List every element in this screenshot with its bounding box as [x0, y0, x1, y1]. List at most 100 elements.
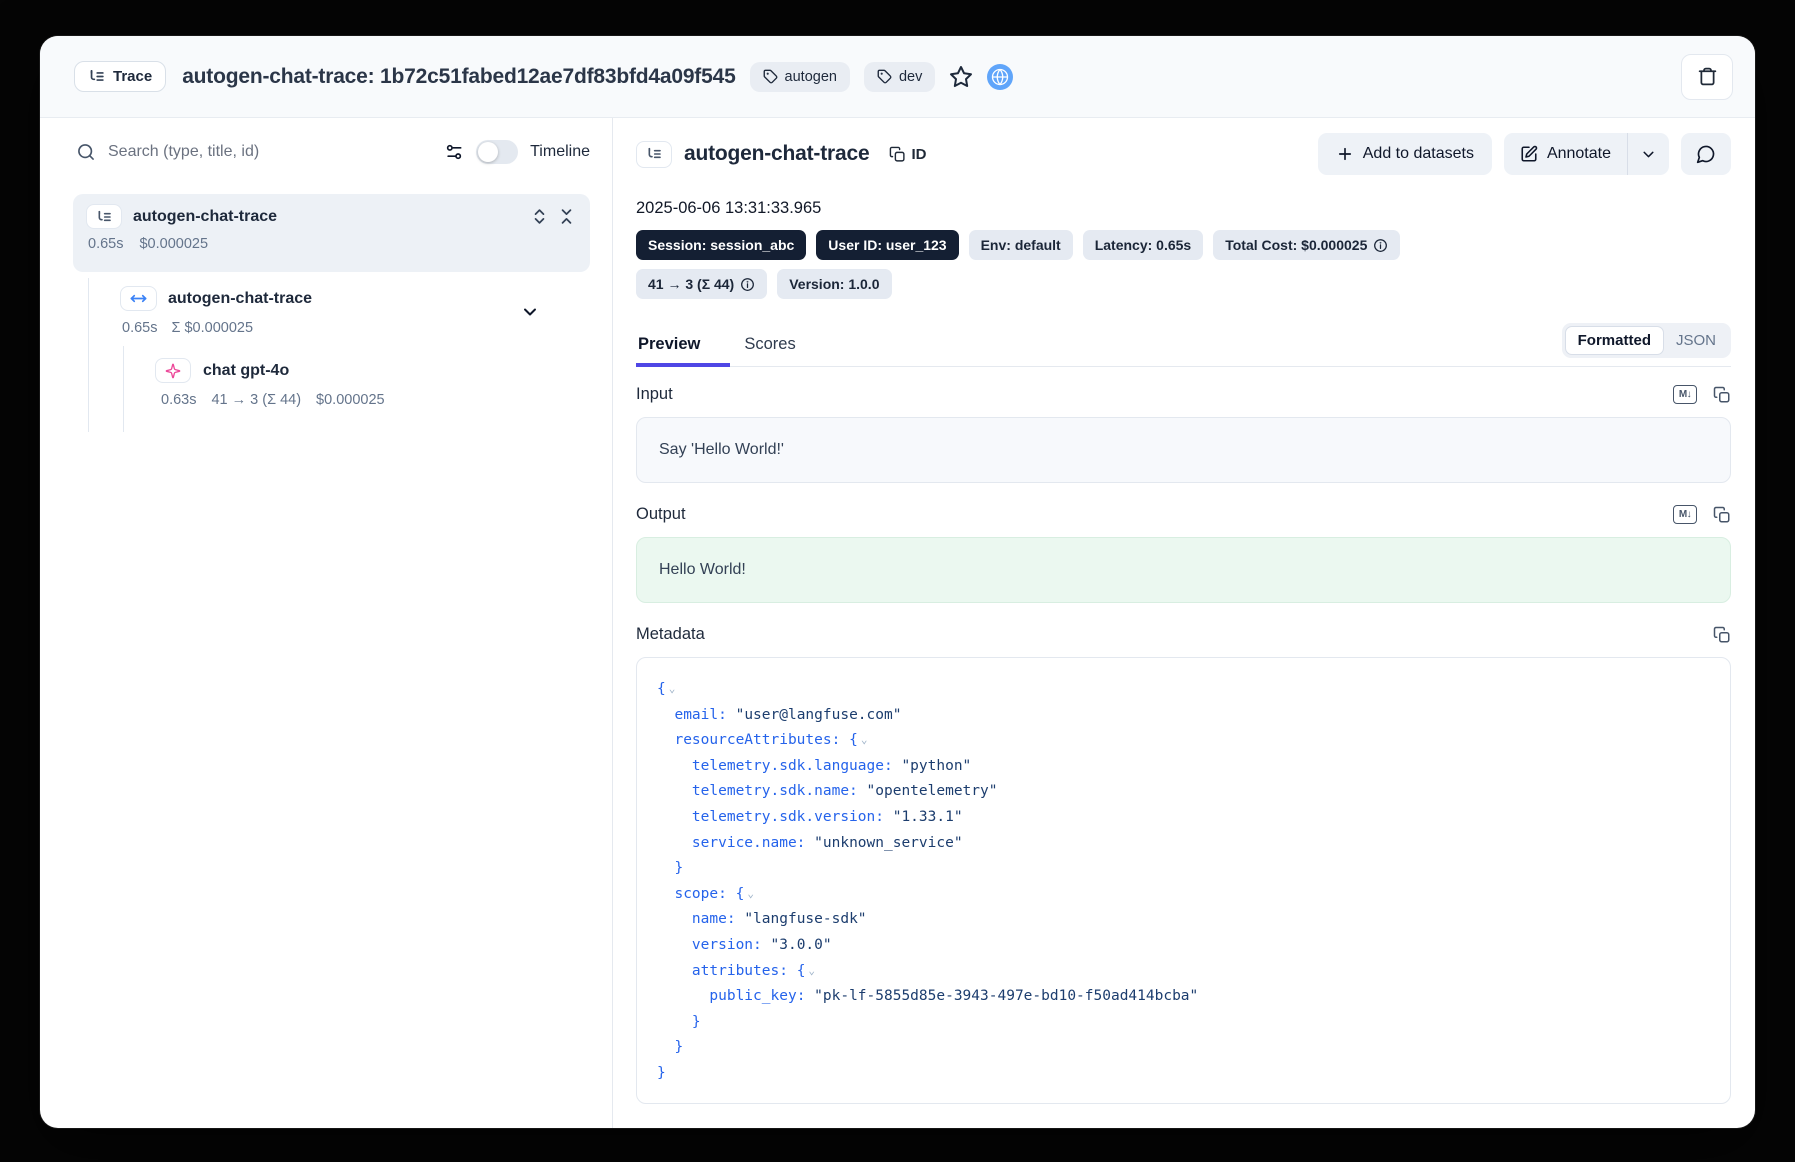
annotate-label: Annotate [1547, 145, 1611, 163]
collapse-chevron-icon[interactable]: ⌄ [805, 958, 815, 984]
trace-title: autogen-chat-trace [684, 142, 869, 166]
node-duration: 0.65s [122, 320, 157, 336]
metadata-json-line: service.name: "unknown_service" [657, 831, 1710, 857]
metadata-json-line: {⌄ [657, 677, 1710, 703]
format-formatted-option[interactable]: Formatted [1565, 326, 1664, 355]
tree-node-span[interactable]: autogen-chat-trace [120, 286, 560, 311]
output-text: Hello World! [659, 561, 746, 578]
tab-preview[interactable]: Preview [636, 327, 730, 366]
annotate-menu-chevron[interactable] [1628, 133, 1669, 175]
tab-scores[interactable]: Scores [730, 327, 803, 366]
tree-node-title: autogen-chat-trace [168, 290, 312, 308]
session-badge[interactable]: Session: session_abc [636, 230, 806, 260]
input-content-box: Say 'Hello World!' [636, 417, 1731, 483]
generation-node-type-chip [155, 358, 191, 383]
collapse-all-icon[interactable] [557, 207, 576, 226]
node-cost: $0.000025 [139, 236, 208, 252]
node-cost: $0.000025 [316, 392, 385, 408]
window-header: Trace autogen-chat-trace: 1b72c51fabed12… [40, 36, 1755, 118]
copy-input-icon[interactable] [1713, 386, 1731, 404]
collapse-chevron-icon[interactable]: ⌄ [666, 676, 676, 702]
trace-type-chip [636, 141, 672, 168]
tag-autogen[interactable]: autogen [750, 62, 850, 92]
tokens-badge[interactable]: 41 → 3 (Σ 44) [636, 269, 767, 299]
metadata-json-line: } [657, 1035, 1710, 1061]
env-badge: Env: default [969, 230, 1073, 260]
metadata-content-box: {⌄ email: "user@langfuse.com" resourceAt… [636, 657, 1731, 1104]
expand-all-icon[interactable] [530, 207, 549, 226]
plus-icon [1336, 145, 1354, 163]
annotate-split-button: Annotate [1504, 133, 1669, 175]
tag-dev[interactable]: dev [864, 62, 935, 92]
trace-preview-panel: autogen-chat-trace ID Add to datasets [613, 118, 1755, 1128]
tag-label: autogen [785, 69, 837, 85]
metadata-json-line: version: "3.0.0" [657, 933, 1710, 959]
metadata-json-line: scope: {⌄ [657, 882, 1710, 908]
metadata-json-line: name: "langfuse-sdk" [657, 907, 1710, 933]
search-input[interactable] [108, 143, 432, 161]
metadata-json-line: } [657, 1010, 1710, 1036]
markdown-toggle-icon[interactable]: M↓ [1673, 505, 1697, 524]
filter-settings-icon[interactable] [444, 142, 464, 162]
total-cost-badge[interactable]: Total Cost: $0.000025 [1213, 230, 1400, 260]
format-json-option[interactable]: JSON [1664, 327, 1728, 354]
collapse-chevron-icon[interactable]: ⌄ [858, 727, 868, 753]
tag-icon [763, 69, 778, 84]
trace-detail-window: Trace autogen-chat-trace: 1b72c51fabed12… [40, 36, 1755, 1128]
total-cost-label: Total Cost: $0.000025 [1225, 237, 1367, 253]
format-toggle: Formatted JSON [1562, 323, 1731, 358]
tokens-label: 41 → 3 (Σ 44) [648, 276, 734, 292]
collapse-chevron-icon[interactable]: ⌄ [744, 881, 754, 907]
tree-connector-line [88, 278, 89, 432]
preview-tabs: Preview Scores Formatted JSON [636, 323, 1731, 367]
add-to-datasets-button[interactable]: Add to datasets [1318, 133, 1492, 175]
observation-tree: autogen-chat-trace 0.65s $0.000025 [40, 194, 612, 454]
tree-node-trace-root[interactable]: autogen-chat-trace 0.65s $0.000025 [73, 194, 590, 272]
input-section-label: Input [636, 385, 673, 404]
chevron-down-icon[interactable] [520, 302, 540, 322]
metadata-json-line: resourceAttributes: {⌄ [657, 728, 1710, 754]
output-section-label: Output [636, 505, 686, 524]
info-icon [740, 277, 755, 292]
timeline-toggle[interactable] [476, 140, 518, 164]
output-content-box: Hello World! [636, 537, 1731, 603]
info-icon [1373, 238, 1388, 253]
user-badge[interactable]: User ID: user_123 [816, 230, 958, 260]
metadata-json-line: } [657, 856, 1710, 882]
timeline-toggle-label: Timeline [530, 143, 590, 161]
node-tokens: 41 → 3 (Σ 44) [211, 392, 301, 408]
trace-badge-label: Trace [113, 68, 152, 85]
metadata-json-line: telemetry.sdk.language: "python" [657, 754, 1710, 780]
metadata-json-line: } [657, 1061, 1710, 1087]
tree-connector-line [123, 346, 124, 432]
toggle-knob [478, 142, 498, 162]
tag-icon [877, 69, 892, 84]
globe-icon[interactable] [987, 64, 1013, 90]
tree-node-title: chat gpt-4o [203, 362, 289, 380]
metadata-json-line: telemetry.sdk.version: "1.33.1" [657, 805, 1710, 831]
tree-node-generation[interactable]: chat gpt-4o [155, 358, 289, 383]
annotate-button[interactable]: Annotate [1504, 133, 1627, 175]
version-badge: Version: 1.0.0 [777, 269, 891, 299]
star-icon[interactable] [949, 65, 973, 89]
edit-icon [1520, 145, 1538, 163]
copy-metadata-icon[interactable] [1713, 626, 1731, 644]
metadata-json-line: attributes: {⌄ [657, 959, 1710, 985]
add-to-datasets-label: Add to datasets [1363, 145, 1474, 163]
copy-id-button[interactable]: ID [889, 146, 926, 163]
metadata-json-line: public_key: "pk-lf-5855d85e-3943-497e-bd… [657, 984, 1710, 1010]
trace-tree-sidebar: Timeline autogen-chat-trace [40, 118, 612, 1128]
latency-badge: Latency: 0.65s [1083, 230, 1204, 260]
span-node-type-chip [120, 286, 157, 311]
page-title: autogen-chat-trace: 1b72c51fabed12ae7df8… [182, 65, 735, 89]
tag-label: dev [899, 69, 922, 85]
comments-button[interactable] [1681, 133, 1731, 175]
search-icon [76, 142, 96, 162]
metadata-json-line: email: "user@langfuse.com" [657, 703, 1710, 729]
markdown-toggle-icon[interactable]: M↓ [1673, 385, 1697, 404]
tree-node-title: autogen-chat-trace [133, 208, 277, 226]
node-cost: Σ $0.000025 [171, 320, 253, 336]
input-text: Say 'Hello World!' [659, 441, 784, 458]
copy-output-icon[interactable] [1713, 506, 1731, 524]
delete-trace-button[interactable] [1681, 54, 1733, 100]
